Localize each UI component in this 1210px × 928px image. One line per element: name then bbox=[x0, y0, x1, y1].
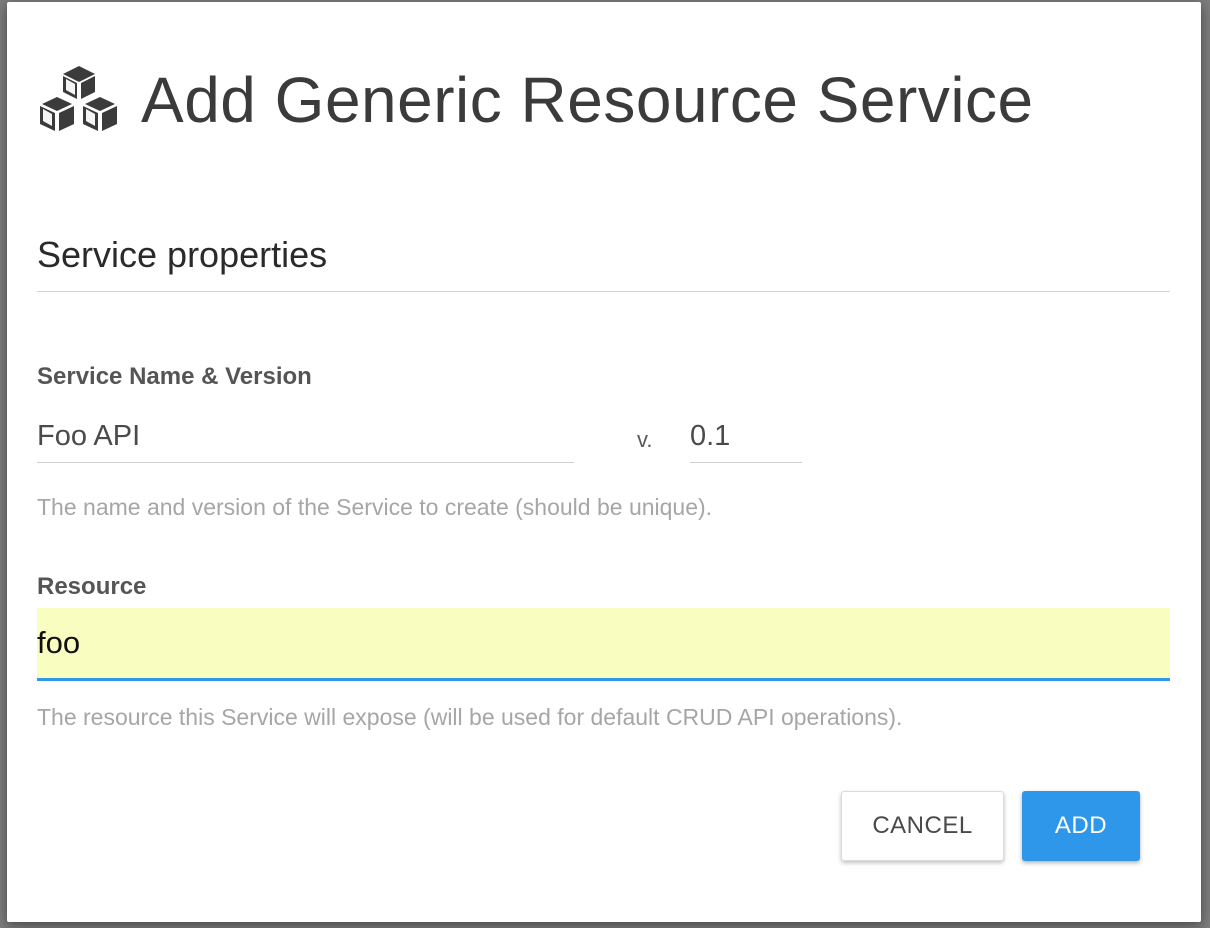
cubes-icon bbox=[40, 66, 117, 131]
version-separator: v. bbox=[637, 427, 653, 452]
section-divider bbox=[37, 291, 1170, 292]
service-name-help-text: The name and version of the Service to c… bbox=[37, 494, 713, 520]
dialog-title: Add Generic Resource Service bbox=[141, 64, 1034, 136]
resource-input[interactable] bbox=[37, 608, 1170, 681]
section-title: Service properties bbox=[37, 234, 328, 275]
service-name-label: Service Name & Version bbox=[37, 363, 312, 390]
service-version-input[interactable] bbox=[690, 410, 802, 463]
resource-label: Resource bbox=[37, 573, 147, 600]
resource-help-text: The resource this Service will expose (w… bbox=[37, 704, 903, 730]
dialog-header: Add Generic Resource Service bbox=[37, 58, 1034, 142]
service-name-input[interactable] bbox=[37, 410, 574, 463]
add-button[interactable]: ADD bbox=[1022, 791, 1140, 861]
cancel-button[interactable]: CANCEL bbox=[841, 791, 1004, 861]
add-service-dialog: Add Generic Resource Service Service pro… bbox=[7, 2, 1201, 922]
